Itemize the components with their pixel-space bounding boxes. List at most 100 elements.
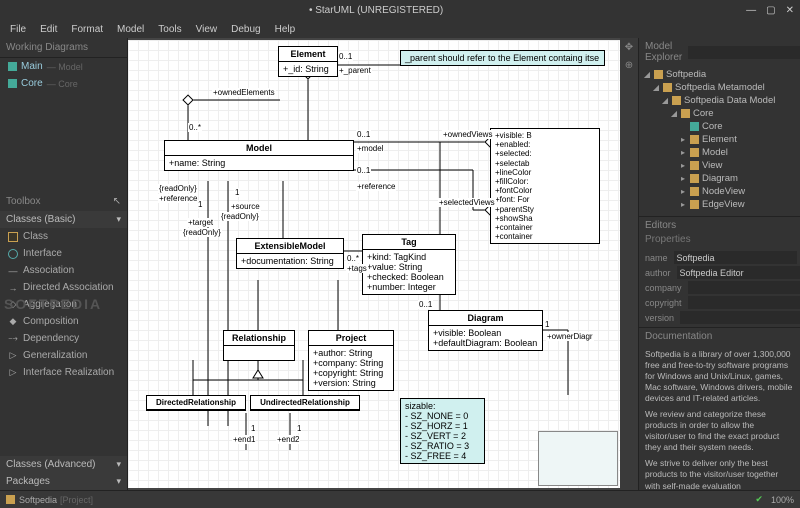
menu-edit[interactable]: Edit [34, 23, 63, 36]
uml-class-tag[interactable]: Tag +kind: TagKind +value: String +check… [362, 234, 456, 295]
zoom-icon[interactable]: ⊕ [623, 60, 635, 72]
tool-dependency[interactable]: ⤍Dependency [0, 330, 127, 347]
working-diagram-core[interactable]: Core — Core [0, 75, 127, 92]
uml-class-model[interactable]: Model +name: String [164, 140, 354, 171]
diagram-icon [8, 62, 17, 71]
close-icon[interactable]: ✕ [786, 5, 794, 16]
class-icon [8, 232, 18, 242]
property-row: author [645, 265, 794, 280]
working-diagrams-header: Working Diagrams [0, 38, 127, 58]
canvas-area: Element +_id: String _parent should refe… [128, 38, 638, 490]
tool-interface[interactable]: Interface [0, 245, 127, 262]
tool-class[interactable]: Class [0, 228, 127, 245]
property-row: copyright [645, 295, 794, 310]
aggregation-icon: ◇ [8, 300, 18, 310]
association-icon: — [8, 266, 18, 276]
statusbar: Softpedia [Project] ✔ 100% [0, 490, 800, 508]
tool-association[interactable]: —Association [0, 262, 127, 279]
project-icon [6, 495, 15, 504]
tool-composition[interactable]: ◆Composition [0, 313, 127, 330]
tree-item[interactable]: ◢Softpedia Metamodel [643, 81, 796, 94]
tool-generalization[interactable]: ▷Generalization [0, 347, 127, 364]
status-project[interactable]: Softpedia [19, 495, 57, 505]
uml-note-parent[interactable]: _parent should refer to the Element cont… [400, 50, 605, 66]
model-tree: ◢Softpedia◢Softpedia Metamodel◢Softpedia… [639, 66, 800, 216]
menu-help[interactable]: Help [269, 23, 302, 36]
property-input[interactable] [680, 311, 800, 324]
toolbox-group-classes-advanced[interactable]: Classes (Advanced)▾ [0, 456, 127, 473]
diagram-canvas[interactable]: Element +_id: String _parent should refe… [128, 40, 620, 488]
uml-class-element[interactable]: Element +_id: String [278, 46, 338, 77]
properties-panel: nameauthorcompanycopyrightversion [639, 248, 800, 327]
uml-class-extensiblemodel[interactable]: ExtensibleModel +documentation: String [236, 238, 344, 269]
menu-model[interactable]: Model [111, 23, 150, 36]
property-input[interactable] [688, 281, 800, 294]
window-title: • StarUML (UNREGISTERED) [6, 5, 746, 16]
left-sidebar: Working Diagrams Main — Model Core — Cor… [0, 38, 128, 490]
chevron-down-icon: ▾ [116, 476, 121, 487]
editors-header: Editors [639, 216, 800, 234]
titlebar: • StarUML (UNREGISTERED) — ▢ ✕ [0, 0, 800, 20]
tree-item[interactable]: ◢Core [643, 107, 796, 120]
property-input[interactable] [674, 251, 797, 264]
toolbox-group-packages[interactable]: Packages▾ [0, 473, 127, 490]
chevron-down-icon: ▾ [116, 459, 121, 470]
minimize-icon[interactable]: — [746, 5, 756, 16]
menu-file[interactable]: File [4, 23, 32, 36]
toolbox-group-classes-basic[interactable]: Classes (Basic) ▾ [0, 211, 127, 228]
menu-format[interactable]: Format [65, 23, 109, 36]
menu-view[interactable]: View [190, 23, 224, 36]
arrow-icon: → [8, 283, 18, 293]
tree-item[interactable]: ▸View [643, 159, 796, 172]
tool-interface-realization[interactable]: ▷Interface Realization [0, 364, 127, 381]
dependency-icon: ⤍ [8, 334, 18, 344]
right-sidebar: Model Explorer ⚙ ◢Softpedia◢Softpedia Me… [638, 38, 800, 490]
check-icon[interactable]: ✔ [755, 494, 763, 505]
canvas-toolbar: ✥ ⊕ [620, 38, 638, 490]
uml-class-undirectedrelationship[interactable]: UndirectedRelationship [250, 395, 360, 411]
property-row: name [645, 250, 794, 265]
toolbox: Toolbox ↖ Classes (Basic) ▾ SOFTPEDIA Cl… [0, 192, 127, 490]
minimap[interactable] [538, 431, 618, 486]
model-explorer-header: Model Explorer [645, 41, 682, 63]
tree-item[interactable]: ▸Model [643, 146, 796, 159]
uml-class-project[interactable]: Project +author: String +company: String… [308, 330, 394, 391]
property-input[interactable] [688, 296, 800, 309]
maximize-icon[interactable]: ▢ [766, 5, 775, 16]
generalization-icon: ▷ [8, 351, 18, 361]
tree-item[interactable]: ◢Softpedia Data Model [643, 94, 796, 107]
menu-debug[interactable]: Debug [225, 23, 266, 36]
uml-class-diagram[interactable]: Diagram +visible: Boolean +defaultDiagra… [428, 310, 543, 351]
menu-bar: File Edit Format Model Tools View Debug … [0, 20, 800, 38]
tree-item[interactable]: ▸Diagram [643, 172, 796, 185]
tree-item[interactable]: ▸Element [643, 133, 796, 146]
property-row: version [645, 310, 794, 325]
tree-item[interactable]: Core [643, 120, 796, 133]
tool-directed-association[interactable]: →Directed Association [0, 279, 127, 296]
uml-note-sizable[interactable]: sizable: - SZ_NONE = 0 - SZ_HORZ = 1 - S… [400, 398, 485, 464]
tree-item[interactable]: ◢Softpedia [643, 68, 796, 81]
tree-item[interactable]: ▸EdgeView [643, 198, 796, 211]
zoom-level[interactable]: 100% [771, 495, 794, 505]
uml-class-relationship[interactable]: Relationship [223, 330, 295, 361]
composition-icon: ◆ [8, 317, 18, 327]
documentation-header: Documentation [639, 327, 800, 345]
tree-item[interactable]: ▸NodeView [643, 185, 796, 198]
documentation-body[interactable]: Softpedia is a library of over 1,300,000… [639, 345, 800, 490]
toolbox-header: Toolbox [6, 196, 40, 207]
diagram-icon [8, 79, 17, 88]
properties-header: Properties [639, 234, 800, 248]
property-row: company [645, 280, 794, 295]
cursor-icon[interactable]: ↖ [113, 196, 121, 207]
menu-tools[interactable]: Tools [152, 23, 187, 36]
tool-aggregation[interactable]: ◇Aggregation [0, 296, 127, 313]
search-input[interactable] [688, 46, 800, 59]
chevron-down-icon: ▾ [116, 214, 121, 225]
select-icon[interactable]: ✥ [623, 42, 635, 54]
uml-class-directedrelationship[interactable]: DirectedRelationship [146, 395, 246, 411]
working-diagram-main[interactable]: Main — Model [0, 58, 127, 75]
uml-class-side: +visible: B+enabled: +selected:+selectab… [490, 128, 600, 244]
interface-icon [8, 249, 18, 259]
property-input[interactable] [677, 266, 800, 279]
realization-icon: ▷ [8, 368, 18, 378]
